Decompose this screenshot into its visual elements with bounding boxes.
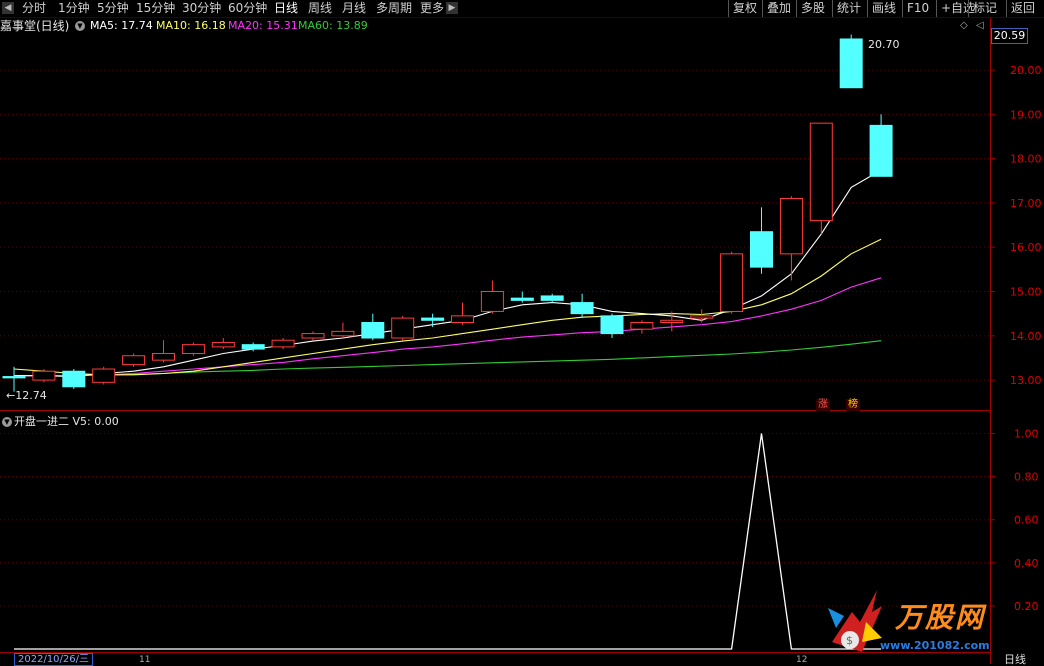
candle-body <box>660 319 684 324</box>
candle-body <box>152 353 175 361</box>
candle-body <box>630 322 654 330</box>
signal-polyline <box>14 433 882 650</box>
candle-body <box>750 231 773 268</box>
ranking-mark[interactable]: 榜 <box>846 399 860 411</box>
y-axis-labels: 20.00 19.00 18.00 17.00 16.00 15.00 14.0… <box>1010 64 1042 613</box>
cursor-date: 2022/10/26/三 <box>14 653 94 666</box>
candle-body <box>2 376 26 379</box>
candle-body <box>331 330 355 337</box>
candle-body <box>181 344 205 355</box>
candle-body <box>122 355 146 366</box>
signal-line <box>14 433 882 650</box>
y-tick-label: 17.00 <box>1010 197 1042 210</box>
period-label: 日线 <box>1004 653 1026 666</box>
candle-body <box>361 322 385 339</box>
y-tick-label: 13.00 <box>1010 374 1042 387</box>
candle-body <box>809 122 833 222</box>
candle-body <box>211 341 235 348</box>
diamond-icon[interactable]: ◇ <box>960 20 968 31</box>
candle-body <box>570 302 594 315</box>
last-price-tag: 20.59 <box>991 28 1028 44</box>
candle-body <box>241 344 265 350</box>
ma-lines <box>13 169 882 378</box>
candle-body <box>690 315 714 319</box>
candle-body <box>451 315 474 324</box>
high-price-label: 20.70 <box>868 38 900 51</box>
candle-body <box>869 124 893 177</box>
y-tick-label: 15.00 <box>1010 286 1042 299</box>
candle-body <box>839 38 863 89</box>
x-tick-label: 12 <box>796 655 807 664</box>
candle-body <box>421 317 445 321</box>
candle-body <box>510 297 534 301</box>
candle-body <box>32 370 56 381</box>
candle-body <box>540 295 564 301</box>
svg-text:$: $ <box>846 634 853 647</box>
x-tick-label: 11 <box>139 655 150 664</box>
candles <box>2 34 893 392</box>
sub-y-tick-label: 0.40 <box>1014 557 1039 570</box>
candle-body <box>62 370 86 388</box>
axes <box>0 18 995 664</box>
y-tick-label: 18.00 <box>1010 153 1042 166</box>
limit-up-mark[interactable]: 涨 <box>816 399 830 411</box>
candle-body <box>271 339 295 348</box>
logo-arrow-left-icon <box>828 608 844 628</box>
y-tick-label: 19.00 <box>1010 108 1042 121</box>
candle-body <box>301 333 325 339</box>
candle-body <box>720 253 744 312</box>
y-tick-label: 20.00 <box>1010 64 1042 77</box>
y-tick-label: 14.00 <box>1010 330 1042 343</box>
candle-body <box>600 315 624 335</box>
caret-left-icon[interactable]: ◁ <box>976 20 984 31</box>
sub-y-tick-label: 1.00 <box>1014 428 1039 441</box>
candle-body <box>92 368 116 383</box>
grid-lines <box>0 69 990 607</box>
logo-text: 万股网 <box>895 601 986 634</box>
y-tick-label: 16.00 <box>1010 241 1042 254</box>
logo-url: www.201082.com <box>880 639 990 652</box>
low-price-label: ←12.74 <box>6 389 47 402</box>
chevron-down-icon[interactable]: ▼ <box>2 417 12 427</box>
kline-chart: 20.00 19.00 18.00 17.00 16.00 15.00 14.0… <box>0 18 1042 664</box>
candle-body <box>779 197 803 255</box>
sub-y-tick-label: 0.60 <box>1014 514 1039 527</box>
candle-body <box>391 317 415 339</box>
candle-body <box>480 291 504 312</box>
indicator-title: 开盘一进二 V5: 0.00 <box>14 415 119 428</box>
sub-y-tick-label: 0.80 <box>1014 471 1039 484</box>
